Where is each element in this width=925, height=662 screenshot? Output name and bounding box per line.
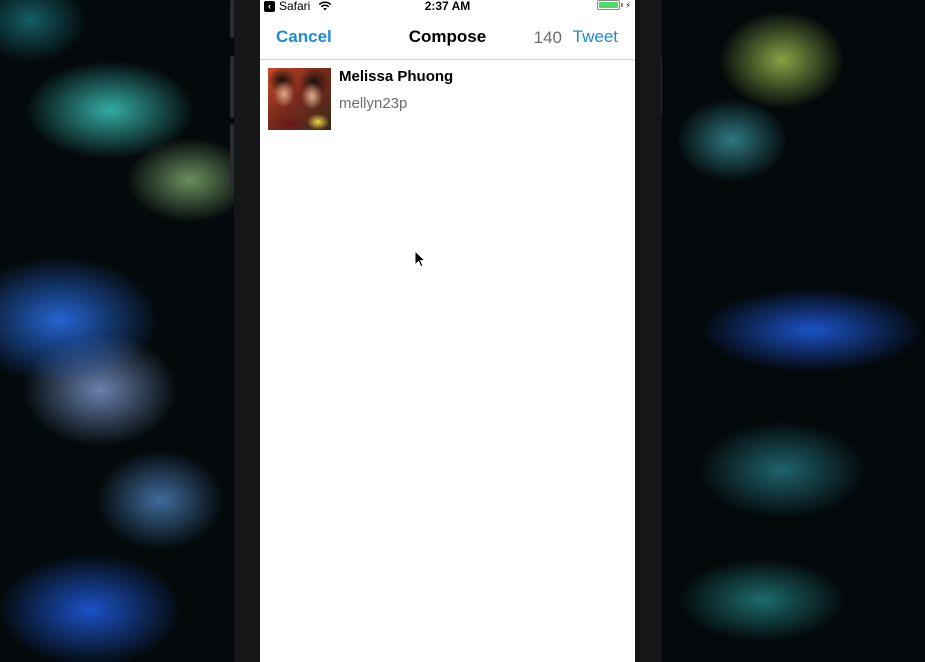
phone-bezel-right bbox=[635, 0, 662, 662]
phone-bezel-left bbox=[234, 0, 260, 662]
tweet-button[interactable]: Tweet bbox=[573, 27, 618, 47]
volume-down-button bbox=[230, 124, 234, 186]
battery-level bbox=[599, 2, 619, 8]
status-bar: ‹ Safari 2:37 AM ⚡ bbox=[260, 0, 635, 13]
wallpaper-right bbox=[662, 0, 925, 662]
avatar bbox=[268, 68, 331, 130]
mouse-pointer-icon bbox=[414, 250, 426, 268]
volume-up-button bbox=[230, 56, 234, 118]
status-time: 2:37 AM bbox=[424, 0, 471, 13]
side-button bbox=[230, 0, 234, 38]
battery-icon: ⚡ bbox=[597, 0, 631, 10]
bolt-icon: ⚡ bbox=[625, 0, 631, 10]
user-info: Melissa Phuong mellyn23p bbox=[268, 68, 628, 130]
compose-nav-bar: Cancel Compose 140 Tweet bbox=[260, 13, 635, 60]
compose-screen: ‹ Safari 2:37 AM ⚡ Cancel Compose 140 Tw… bbox=[260, 0, 635, 662]
character-count: 140 bbox=[533, 28, 562, 47]
user-handle: mellyn23p bbox=[339, 95, 408, 112]
wallpaper-left bbox=[0, 0, 234, 662]
cancel-button[interactable]: Cancel bbox=[276, 27, 332, 47]
user-name: Melissa Phuong bbox=[339, 68, 454, 85]
